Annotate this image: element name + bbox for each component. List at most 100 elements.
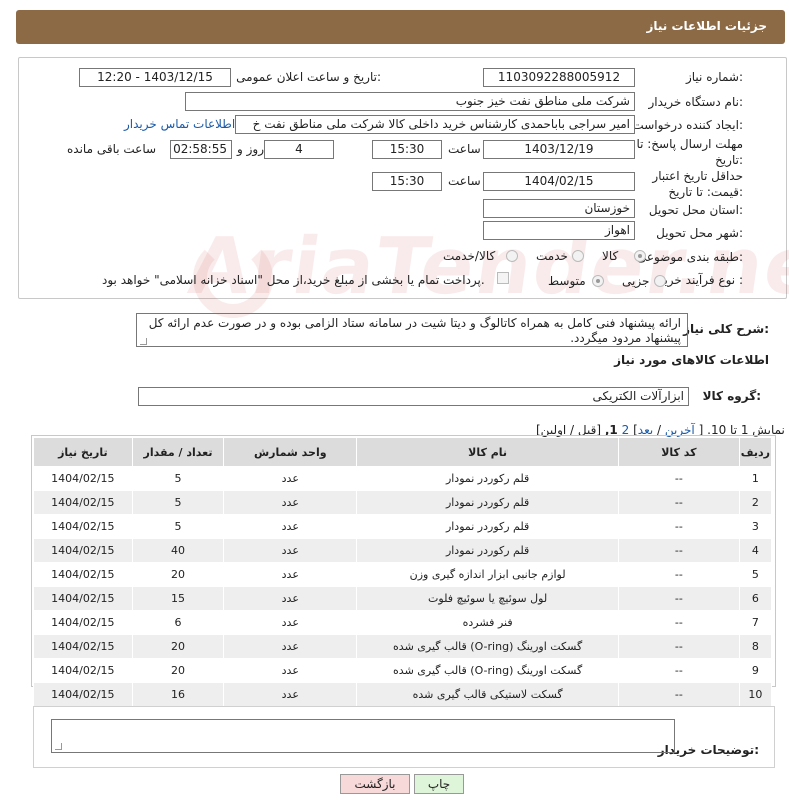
cell-unit: عدد [223, 490, 358, 515]
province-label: استان محل تحویل: [648, 203, 743, 217]
cell-row-number: 1 [738, 466, 773, 491]
buyer-org-label: نام دستگاه خریدار: [648, 95, 744, 109]
table-row: 8 -- گسکت اورینگ (O-ring) قالب گیری شده عدد… [33, 634, 773, 659]
reply-deadline-date[interactable]: 1403/12/19 [483, 140, 635, 159]
cell-unit: عدد [223, 586, 358, 611]
table-row: 4 -- قلم رکوردر نمودار عدد 40 1404/02/15 [33, 538, 773, 563]
cell-quantity: 5 [131, 490, 225, 515]
cell-item-code: -- [618, 658, 740, 683]
table-row: 9 -- گسکت اورینگ (O-ring) قالب گیری شده عدد… [33, 658, 773, 683]
need-number-label: شماره نیاز: [685, 70, 743, 84]
process-option-minor: جزیی [622, 274, 650, 288]
cell-item-code: -- [618, 682, 740, 707]
buyer-org-field[interactable]: شرکت ملی مناطق نفت خیز جنوب [185, 92, 635, 111]
cell-item-code: -- [618, 634, 740, 659]
cell-unit: عدد [223, 514, 358, 539]
goods-section-title: اطلاعات کالاهای مورد نیاز [614, 353, 769, 367]
table-row: 7 -- فنر فشرده عدد 6 1404/02/15 [33, 610, 773, 635]
province-field[interactable]: خوزستان [483, 199, 635, 218]
cell-item-name: فنر فشرده [356, 610, 619, 635]
cell-row-number: 2 [738, 490, 773, 515]
cell-item-name: لوازم جانبی ابزار اندازه گیری وزن [356, 562, 619, 587]
cell-need-date: 1404/02/15 [33, 562, 133, 587]
cell-unit: عدد [223, 610, 358, 635]
price-validity-date[interactable]: 1404/02/15 [483, 172, 635, 191]
cell-item-name: قلم رکوردر نمودار [356, 466, 619, 491]
cell-quantity: 5 [131, 466, 225, 491]
col-header-row-number: ردیف [738, 437, 773, 467]
process-radio-medium[interactable] [592, 275, 604, 287]
cell-row-number: 10 [738, 682, 773, 707]
cell-row-number: 7 [738, 610, 773, 635]
goods-group-field[interactable]: ابزارآلات الکتریکی [138, 387, 689, 406]
cell-item-code: -- [618, 586, 740, 611]
cell-item-name: قلم رکوردر نمودار [356, 538, 619, 563]
price-validity-label: حداقل تاریخ اعتبار قیمت: تا تاریخ: [652, 169, 743, 199]
cell-unit: عدد [223, 538, 358, 563]
cell-item-code: -- [618, 562, 740, 587]
resize-grip-icon[interactable] [140, 338, 147, 345]
category-radio-service[interactable] [572, 250, 584, 262]
reply-deadline-label: مهلت ارسال پاسخ: تا تاریخ: [636, 137, 743, 167]
treasury-payment-checkbox[interactable] [497, 272, 509, 284]
col-header-item-code: کد کالا [618, 437, 740, 467]
remaining-time-field[interactable]: 02:58:55 [170, 140, 232, 159]
table-row: 1 -- قلم رکوردر نمودار عدد 5 1404/02/15 [33, 466, 773, 491]
cell-quantity: 16 [131, 682, 225, 707]
city-field[interactable]: اهواز [483, 221, 635, 240]
cell-item-code: -- [618, 538, 740, 563]
page-title: جزئیات اطلاعات نیاز [646, 19, 767, 33]
goods-group-label: گروه کالا: [702, 389, 761, 403]
cell-row-number: 4 [738, 538, 773, 563]
reply-days-field[interactable]: 4 [264, 140, 334, 159]
cell-need-date: 1404/02/15 [33, 658, 133, 683]
col-header-need-date: تاریخ نیاز [33, 437, 133, 467]
buyer-notes-field[interactable] [51, 719, 675, 753]
cell-need-date: 1404/02/15 [33, 538, 133, 563]
cell-need-date: 1404/02/15 [33, 586, 133, 611]
cell-item-code: -- [618, 466, 740, 491]
requester-field[interactable]: امیر سراجی باباحمدی کارشناس خرید داخلی ک… [235, 115, 635, 134]
category-option-goods-service: کالا/خدمت [443, 249, 496, 263]
category-option-service: خدمت [536, 249, 568, 263]
category-label: طبقه بندی موضوعی: [636, 250, 743, 264]
back-button[interactable]: بازگشت [340, 774, 410, 794]
cell-quantity: 40 [131, 538, 225, 563]
city-label: شهر محل تحویل: [656, 226, 743, 240]
cell-quantity: 15 [131, 586, 225, 611]
remaining-label: ساعت باقی مانده [67, 142, 157, 156]
cell-row-number: 8 [738, 634, 773, 659]
need-number-field[interactable]: 1103092288005912 [483, 68, 635, 87]
category-radio-goods-service[interactable] [506, 250, 518, 262]
print-button[interactable]: چاپ [414, 774, 464, 794]
cell-need-date: 1404/02/15 [33, 610, 133, 635]
reply-deadline-time[interactable]: 15:30 [372, 140, 442, 159]
col-header-quantity: تعداد / مقدار [131, 437, 225, 467]
cell-item-name: قلم رکوردر نمودار [356, 514, 619, 539]
days-label: روز و [237, 142, 264, 156]
cell-item-name: گسکت اورینگ (O-ring) قالب گیری شده [356, 658, 619, 683]
treasury-payment-note: پرداخت تمام یا بخشی از مبلغ خرید،از محل … [102, 273, 485, 287]
table-row: 2 -- قلم رکوردر نمودار عدد 5 1404/02/15 [33, 490, 773, 515]
items-table: ردیف کد کالا نام کالا واحد شمارش تعداد /… [33, 437, 773, 707]
cell-unit: عدد [223, 682, 358, 707]
price-validity-time[interactable]: 15:30 [372, 172, 442, 191]
notes-resize-grip-icon[interactable] [55, 743, 62, 750]
cell-item-code: -- [618, 490, 740, 515]
cell-row-number: 9 [738, 658, 773, 683]
cell-row-number: 6 [738, 586, 773, 611]
cell-quantity: 20 [131, 634, 225, 659]
announce-datetime-field[interactable]: 1403/12/15 - 12:20 [79, 68, 231, 87]
cell-item-name: لول سوئیچ یا سوئیچ فلوت [356, 586, 619, 611]
announce-datetime-label: تاریخ و ساعت اعلان عمومی: [236, 70, 381, 84]
process-radio-minor[interactable] [654, 275, 666, 287]
cell-item-code: -- [618, 610, 740, 635]
table-row: 3 -- قلم رکوردر نمودار عدد 5 1404/02/15 [33, 514, 773, 539]
cell-item-name: گسکت اورینگ (O-ring) قالب گیری شده [356, 634, 619, 659]
category-radio-goods[interactable] [634, 250, 646, 262]
requester-label: ایجاد کننده درخواست: [632, 118, 743, 132]
col-header-unit: واحد شمارش [223, 437, 358, 467]
process-label: نوع فرآیند خرید : [658, 273, 743, 287]
cell-item-name: قلم رکوردر نمودار [356, 490, 619, 515]
buyer-contact-link[interactable]: اطلاعات تماس خریدار [124, 117, 235, 131]
